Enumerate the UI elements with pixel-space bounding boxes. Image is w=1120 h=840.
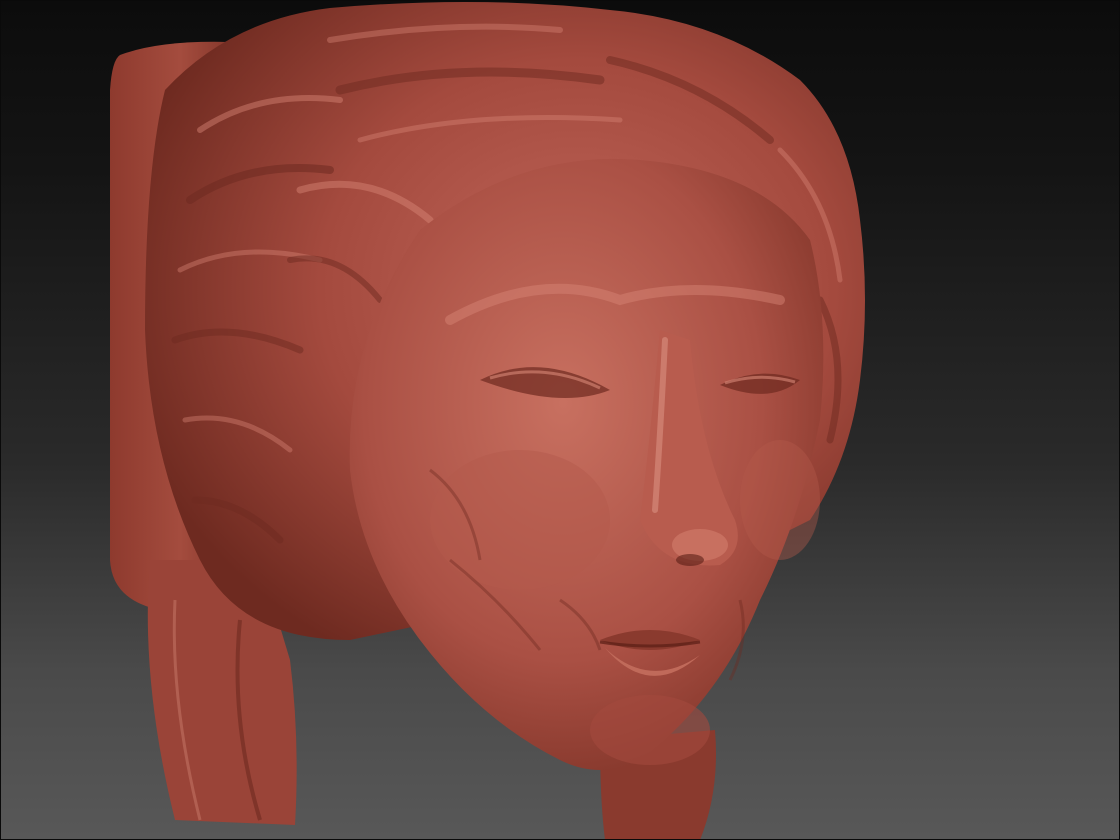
sculpted-head-model[interactable] — [0, 0, 1120, 840]
cheek-right — [740, 440, 820, 560]
chin — [590, 695, 710, 765]
cheek-left — [430, 450, 610, 590]
3d-viewport[interactable] — [0, 0, 1120, 840]
